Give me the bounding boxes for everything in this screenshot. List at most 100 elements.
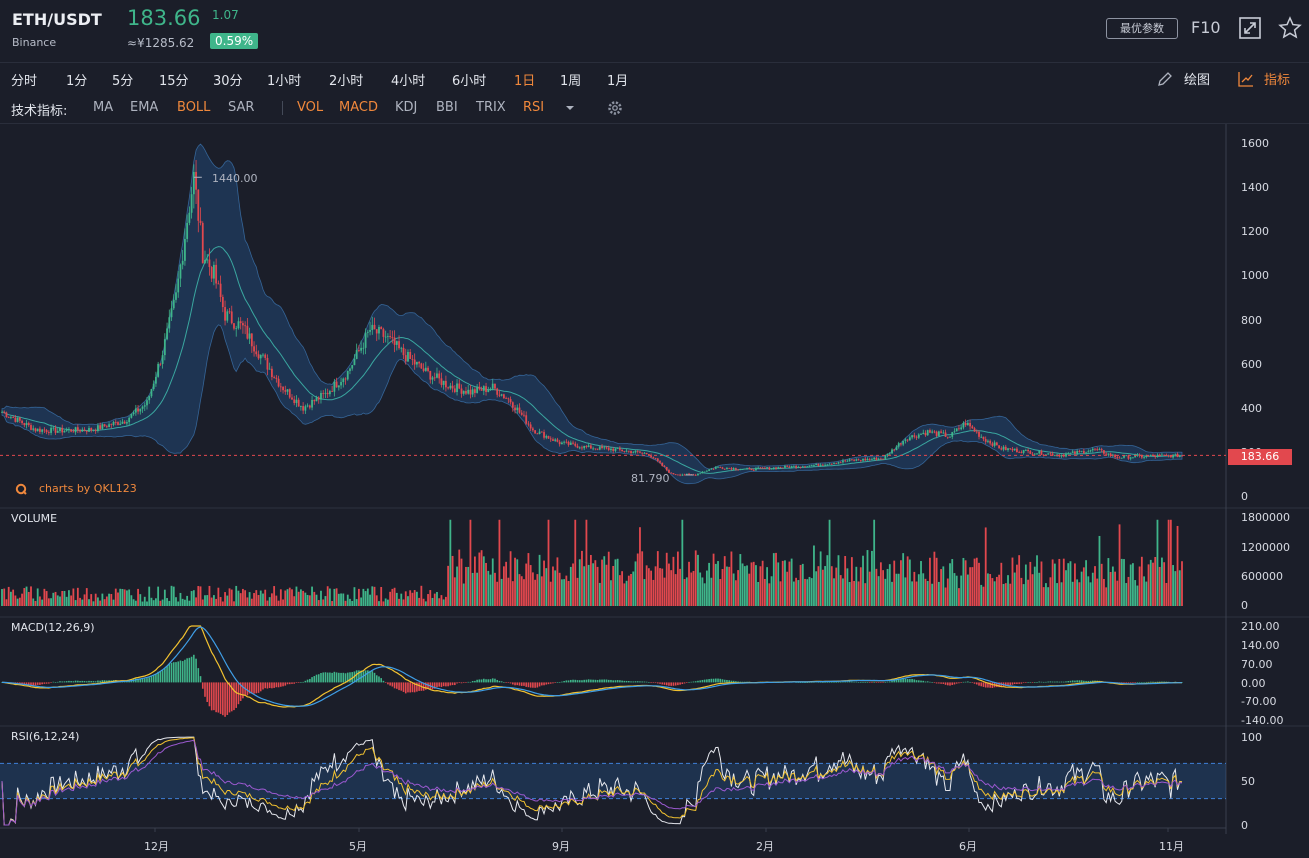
- candle-body: [34, 428, 37, 432]
- timeframe-button[interactable]: 6小时: [452, 70, 486, 89]
- timeframe-button[interactable]: 1周: [560, 70, 581, 89]
- timeframe-button[interactable]: 5分: [112, 70, 133, 89]
- best-params-button[interactable]: 最优参数: [1106, 18, 1178, 39]
- candle-body: [10, 417, 12, 418]
- macd-histogram-bar: [1027, 682, 1029, 683]
- candle-body: [920, 434, 922, 435]
- indicator-trix[interactable]: TRIX: [476, 100, 506, 115]
- timeframe-button[interactable]: 1小时: [267, 70, 301, 89]
- macd-histogram-bar: [99, 680, 101, 683]
- candle-body: [324, 392, 327, 394]
- candle-body: [442, 380, 445, 385]
- candle-body: [1096, 449, 1099, 450]
- volume-bar: [1065, 570, 1067, 606]
- candle-body: [427, 367, 429, 371]
- candle-body: [516, 407, 519, 411]
- volume-bar: [1051, 559, 1054, 606]
- macd-histogram-bar: [1016, 682, 1018, 684]
- candle-body: [538, 431, 541, 434]
- volume-bar: [373, 586, 376, 606]
- macd-histogram-bar: [1013, 682, 1016, 685]
- timeframe-button-active[interactable]: 1日: [514, 70, 535, 89]
- macd-histogram-bar: [255, 682, 258, 694]
- volume-bar: [34, 600, 37, 606]
- macd-histogram-bar: [929, 681, 931, 683]
- candle-body: [491, 383, 494, 389]
- candle-body: [128, 417, 131, 423]
- volume-bar: [975, 557, 978, 606]
- volume-bar: [264, 589, 267, 606]
- macd-histogram-bar: [210, 682, 213, 711]
- candle-body: [197, 189, 200, 221]
- macd-histogram-bar: [851, 681, 853, 683]
- candle-body: [1076, 450, 1079, 454]
- indicator-bbi[interactable]: BBI: [436, 100, 458, 115]
- chart-canvas[interactable]: [0, 124, 1309, 858]
- macd-histogram-bar: [458, 682, 461, 683]
- candle-body: [730, 468, 733, 470]
- indicator-icon[interactable]: [1238, 71, 1254, 87]
- candle-body: [1053, 455, 1056, 457]
- indicator-boll[interactable]: BOLL: [177, 100, 210, 115]
- volume-bar: [342, 593, 345, 606]
- candle-body: [855, 459, 858, 461]
- timeframe-button[interactable]: 1月: [607, 70, 628, 89]
- candle-body: [112, 422, 115, 425]
- volume-bar: [139, 594, 142, 606]
- macd-histogram-bar: [94, 681, 97, 683]
- macd-histogram-bar: [489, 679, 492, 683]
- indicator-sar[interactable]: SAR: [228, 100, 254, 115]
- candle-body: [1018, 452, 1021, 453]
- volume-bar: [610, 580, 612, 606]
- volume-bar: [384, 598, 387, 606]
- indicator-kdj[interactable]: KDJ: [395, 100, 417, 115]
- draw-button[interactable]: 绘图: [1184, 69, 1210, 88]
- volume-bar: [770, 576, 773, 606]
- indicator-vol[interactable]: VOL: [297, 100, 323, 115]
- volume-bar: [953, 573, 956, 606]
- candle-body: [322, 392, 325, 394]
- candle-body: [308, 405, 311, 408]
- chevron-down-icon[interactable]: [564, 103, 576, 113]
- volume-bar: [630, 574, 632, 606]
- volume-bar: [70, 595, 73, 606]
- volume-bar: [730, 551, 733, 606]
- gear-icon[interactable]: [606, 99, 624, 117]
- macd-histogram-bar: [621, 680, 623, 683]
- candle-body: [799, 466, 802, 468]
- volume-bar: [801, 563, 804, 606]
- timeframe-button[interactable]: 4小时: [391, 70, 425, 89]
- candle-body: [134, 408, 137, 413]
- indicator-macd[interactable]: MACD: [339, 100, 378, 115]
- candle-body: [447, 387, 450, 389]
- pencil-icon[interactable]: [1157, 71, 1173, 87]
- macd-histogram-bar: [723, 679, 726, 683]
- pair-name: ETH/USDT: [12, 10, 102, 29]
- volume-bar: [853, 581, 855, 606]
- volume-bar: [1056, 583, 1058, 606]
- timeframe-button[interactable]: 15分: [159, 70, 189, 89]
- macd-histogram-bar: [204, 682, 206, 697]
- timeframe-button[interactable]: 30分: [213, 70, 243, 89]
- macd-histogram-bar: [857, 681, 860, 683]
- f10-button[interactable]: F10: [1191, 18, 1221, 37]
- indicator-ema[interactable]: EMA: [130, 100, 158, 115]
- volume-bar: [558, 572, 561, 606]
- volume-bar: [902, 553, 905, 606]
- macd-histogram-bar: [155, 674, 157, 683]
- indicator-ma[interactable]: MA: [93, 100, 113, 115]
- volume-bar: [257, 595, 260, 606]
- fullscreen-icon[interactable]: [1238, 16, 1262, 40]
- timeframe-button[interactable]: 分时: [11, 70, 37, 89]
- candle-body: [226, 311, 229, 321]
- candle-body: [431, 377, 434, 380]
- timeframe-button[interactable]: 2小时: [329, 70, 363, 89]
- timeframe-button[interactable]: 1分: [66, 70, 87, 89]
- volume-bar: [817, 566, 820, 606]
- star-icon[interactable]: [1278, 16, 1302, 40]
- volume-bar: [873, 519, 876, 606]
- macd-histogram-bar: [304, 680, 307, 683]
- candle-body: [534, 430, 537, 434]
- indicator-rsi[interactable]: RSI: [523, 100, 544, 115]
- indicators-button[interactable]: 指标: [1264, 69, 1290, 88]
